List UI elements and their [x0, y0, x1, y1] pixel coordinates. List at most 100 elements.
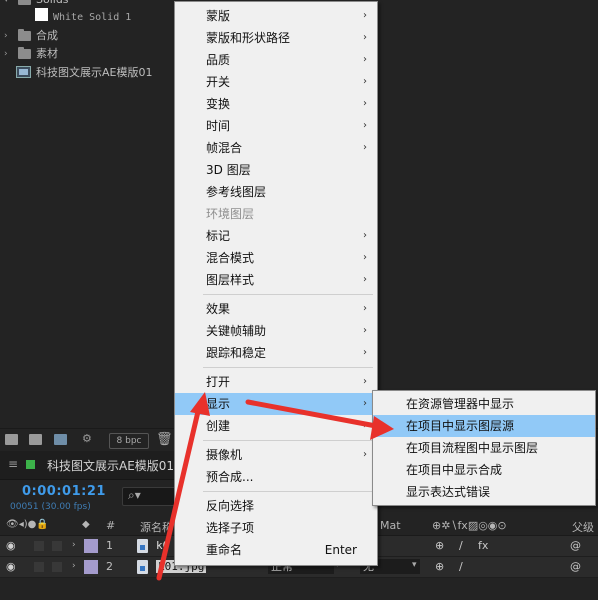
- menu-item-layer-styles[interactable]: 图层样式 ›: [175, 269, 377, 291]
- chevron-right-icon: ›: [363, 76, 367, 87]
- new-folder-icon[interactable]: [29, 434, 42, 445]
- audio-toggle[interactable]: [34, 562, 44, 572]
- folder-icon: [18, 0, 31, 5]
- interpret-footage-icon[interactable]: [5, 434, 18, 445]
- project-item-composition[interactable]: 科技图文展示AE模版01: [0, 64, 175, 82]
- project-item-name: 素材: [36, 47, 58, 60]
- menu-item-track-and-stabilize[interactable]: 跟踪和稳定 ›: [175, 342, 377, 364]
- menu-item-mask-and-shape-path[interactable]: 蒙版和形状路径 ›: [175, 27, 377, 49]
- project-item-footage-folder[interactable]: › 素材: [0, 45, 175, 63]
- chevron-right-icon: ›: [363, 252, 367, 263]
- av-switches-icon[interactable]: 👁◂)●🔒: [6, 519, 49, 530]
- chevron-right-icon: ›: [363, 325, 367, 336]
- menu-item-select-children[interactable]: 选择子项: [175, 517, 377, 539]
- menu-item-quality[interactable]: 品质 ›: [175, 49, 377, 71]
- chevron-right-icon: ›: [363, 347, 367, 358]
- quality-switch-icon[interactable]: ∕: [459, 539, 463, 552]
- menu-item-reveal-layer-in-flowchart[interactable]: 在项目流程图中显示图层: [373, 437, 595, 459]
- project-item-compositions-folder[interactable]: › 合成: [0, 27, 175, 45]
- new-composition-icon[interactable]: [54, 434, 67, 445]
- current-timecode[interactable]: 0:00:01:21: [22, 484, 106, 499]
- shy-switch-icon[interactable]: ⊕: [435, 539, 444, 552]
- shy-switch-icon[interactable]: ⊕: [435, 560, 444, 573]
- expand-triangle-icon[interactable]: ›: [4, 45, 8, 63]
- menu-item-create[interactable]: 创建 ›: [175, 415, 377, 437]
- label-tag-icon[interactable]: ◆: [82, 519, 90, 530]
- solid-swatch-icon: [35, 8, 48, 21]
- menu-item-label: 在项目中显示合成: [406, 463, 503, 477]
- menu-item-keyframe-assistant[interactable]: 关键帧辅助 ›: [175, 320, 377, 342]
- menu-item-label: 创建: [206, 419, 231, 433]
- menu-item-reveal-layer-source-in-project[interactable]: 在项目中显示图层源: [373, 415, 595, 437]
- menu-item-reveal-in-explorer[interactable]: 在资源管理器中显示: [373, 393, 595, 415]
- menu-item-reveal-expression-errors[interactable]: 显示表达式错误: [373, 481, 595, 503]
- chevron-right-icon: ›: [363, 98, 367, 109]
- chevron-right-icon: ›: [363, 398, 367, 409]
- menu-item-label: 跟踪和稳定: [206, 346, 267, 360]
- eye-icon[interactable]: ◉: [6, 560, 16, 573]
- chevron-right-icon: ›: [363, 420, 367, 431]
- layer-name[interactable]: k0: [156, 539, 169, 552]
- layer-search-input[interactable]: ⌕▾: [122, 487, 180, 506]
- source-name-header[interactable]: 源名称: [140, 519, 173, 535]
- menu-item-label: 帧混合: [206, 141, 243, 155]
- menu-item-blending-mode[interactable]: 混合模式 ›: [175, 247, 377, 269]
- effects-switch-icon[interactable]: fx: [478, 539, 488, 552]
- label-color-swatch[interactable]: [84, 539, 98, 553]
- menu-separator: [203, 294, 373, 295]
- menu-item-label: 显示: [206, 397, 231, 411]
- menu-item-time[interactable]: 时间 ›: [175, 115, 377, 137]
- composition-color-icon: [26, 460, 35, 469]
- label-color-swatch[interactable]: [84, 560, 98, 574]
- timeline-tab-title: 科技图文展示AE模版01: [47, 459, 175, 473]
- menu-item-markers[interactable]: 标记 ›: [175, 225, 377, 247]
- project-item-name: White Solid 1: [53, 12, 132, 23]
- audio-toggle[interactable]: [34, 541, 44, 551]
- menu-item-switches[interactable]: 开关 ›: [175, 71, 377, 93]
- menu-item-label: 摄像机: [206, 448, 243, 462]
- menu-item-reveal[interactable]: 显示 ›: [175, 393, 377, 415]
- expand-triangle-icon[interactable]: ›: [4, 27, 8, 45]
- quality-switch-icon[interactable]: ∕: [459, 560, 463, 573]
- menu-item-invert-selection[interactable]: 反向选择: [175, 495, 377, 517]
- menu-item-guide-layer[interactable]: 参考线图层: [175, 181, 377, 203]
- menu-item-rename[interactable]: 重命名 Enter: [175, 539, 377, 561]
- menu-item-label: 品质: [206, 53, 231, 67]
- bit-depth-button[interactable]: 8 bpc: [109, 433, 149, 449]
- menu-item-transform[interactable]: 变换 ›: [175, 93, 377, 115]
- parent-header: 父级: [572, 521, 594, 534]
- menu-item-label: 选择子项: [206, 521, 255, 535]
- menu-item-3d-layer[interactable]: 3D 图层: [175, 159, 377, 181]
- menu-item-label: 图层样式: [206, 273, 255, 287]
- menu-item-mask[interactable]: 蒙版 ›: [175, 5, 377, 27]
- parent-pickwhip-icon[interactable]: @: [570, 560, 581, 573]
- menu-item-label: 蒙版: [206, 9, 231, 23]
- menu-item-camera[interactable]: 摄像机 ›: [175, 444, 377, 466]
- expand-triangle-icon[interactable]: ›: [72, 561, 76, 571]
- chevron-right-icon: ›: [363, 142, 367, 153]
- menu-item-pre-compose[interactable]: 预合成...: [175, 466, 377, 488]
- expand-triangle-icon[interactable]: ›: [72, 540, 76, 550]
- project-settings-icon[interactable]: ⚙: [82, 432, 95, 445]
- close-icon[interactable]: ≡: [8, 457, 18, 471]
- chevron-down-icon[interactable]: ▾: [412, 560, 417, 570]
- project-item-white-solid[interactable]: White Solid 1: [0, 8, 175, 28]
- menu-item-label: 开关: [206, 75, 231, 89]
- eye-icon[interactable]: ◉: [6, 539, 16, 552]
- project-item-name: 科技图文展示AE模版01: [36, 66, 153, 79]
- chevron-right-icon: ›: [363, 303, 367, 314]
- parent-pickwhip-icon[interactable]: @: [570, 539, 581, 552]
- menu-item-effect[interactable]: 效果 ›: [175, 298, 377, 320]
- menu-item-frame-blending[interactable]: 帧混合 ›: [175, 137, 377, 159]
- layer-switches-icon[interactable]: ⊕✲∖fx▨◎◉⊙: [432, 519, 507, 532]
- image-file-icon: [137, 539, 148, 553]
- lock-toggle[interactable]: [52, 541, 62, 551]
- menu-item-label: 在项目流程图中显示图层: [406, 441, 539, 455]
- trash-icon[interactable]: 🗑: [156, 432, 173, 447]
- lock-toggle[interactable]: [52, 562, 62, 572]
- menu-item-label: 打开: [206, 375, 231, 389]
- menu-item-open[interactable]: 打开 ›: [175, 371, 377, 393]
- menu-item-reveal-composition-in-project[interactable]: 在项目中显示合成: [373, 459, 595, 481]
- chevron-right-icon: ›: [363, 274, 367, 285]
- menu-item-label: 环境图层: [206, 207, 255, 221]
